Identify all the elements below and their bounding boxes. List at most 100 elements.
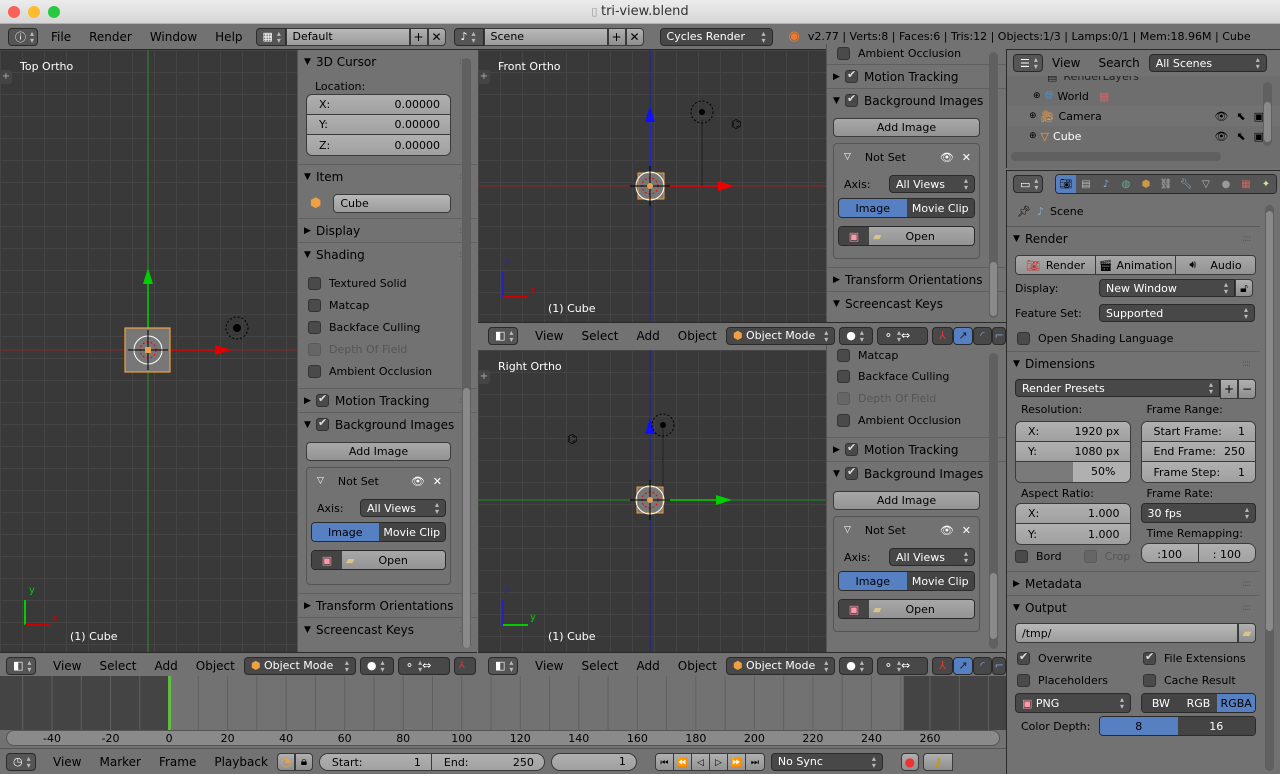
panel-header-background-images[interactable]: ▼Background Images	[827, 461, 1006, 485]
movie-clip-tab[interactable]: Movie Clip	[378, 523, 445, 541]
image-browse-icon[interactable]: ▣	[839, 227, 869, 245]
collapse-triangle-icon[interactable]: ▽	[844, 525, 851, 535]
add-layout-button[interactable]: +	[409, 27, 428, 46]
viewport-top-ortho[interactable]: Top Ortho + y x (1) Cube	[0, 50, 297, 652]
shelf-scrollbar[interactable]	[989, 353, 998, 649]
object-tab-icon[interactable]: ⬢	[1136, 175, 1156, 193]
translate-manipulator-button[interactable]: ↗	[953, 656, 973, 675]
cache-result-checkbox[interactable]: Cache Result	[1143, 669, 1246, 691]
remove-layout-button[interactable]: ✕	[427, 27, 446, 46]
play-reverse-button[interactable]: ◁	[691, 753, 710, 770]
backface-culling-checkbox[interactable]: Backface Culling	[298, 316, 477, 338]
panel-header-motion-tracking[interactable]: ▶Motion Tracking::::	[298, 388, 477, 412]
viewport-right-ortho[interactable]: Right Ortho + ⌬ z y (1) Cube	[478, 350, 826, 652]
background-images-checkbox[interactable]	[845, 92, 858, 107]
render-button[interactable]: 📷︎ Render	[1016, 256, 1096, 274]
add-image-button[interactable]: Add Image	[306, 442, 451, 461]
placeholders-checkbox[interactable]: Placeholders	[1017, 669, 1143, 691]
outliner-hscrollbar[interactable]	[1011, 152, 1221, 161]
editor-type-3dview-icon[interactable]: ◧ ▴ ▾	[488, 326, 518, 345]
collapse-triangle-icon[interactable]: ▽	[317, 476, 324, 486]
remap-old-field[interactable]: :100	[1141, 544, 1199, 562]
add-preset-button[interactable]: +	[1220, 379, 1238, 399]
mode-select[interactable]: ⬢ Object Mode ▴ ▾	[725, 326, 836, 345]
mode-select[interactable]: ⬢ Object Mode ▴ ▾	[243, 656, 356, 675]
constraints-tab-icon[interactable]: ⛓︎	[1156, 175, 1176, 193]
menu-object[interactable]: Object	[669, 659, 726, 673]
collapse-triangle-icon[interactable]: ▽	[844, 152, 851, 162]
menu-object[interactable]: Object	[187, 659, 244, 673]
menu-render[interactable]: Render	[80, 30, 141, 44]
add-scene-button[interactable]: +	[607, 27, 626, 46]
motion-tracking-checkbox[interactable]	[845, 441, 858, 456]
frame-rate-select[interactable]: 30 fps ▴ ▾	[1140, 503, 1256, 523]
menu-search[interactable]: Search	[1089, 56, 1148, 70]
scale-manipulator-button[interactable]: ⌐	[992, 326, 1007, 345]
remove-preset-button[interactable]: −	[1238, 379, 1256, 399]
panel-header-transform-orientations[interactable]: ▶ Transform Orientations	[298, 593, 477, 617]
display-select[interactable]: New Window ▴ ▾	[1099, 279, 1235, 297]
mode-select[interactable]: ⬢ Object Mode ▴ ▾	[725, 656, 836, 675]
image-tab[interactable]: Image	[839, 199, 907, 217]
properties-scrollbar[interactable]	[1265, 205, 1274, 771]
panel-header-item[interactable]: ▼Item::::	[298, 164, 477, 188]
outliner-display-select[interactable]: All Scenes ▴ ▾	[1148, 54, 1267, 72]
panel-header-screencast-keys[interactable]: ▼Screencast Keys::::	[298, 617, 477, 641]
textured-solid-checkbox[interactable]: Textured Solid	[298, 272, 477, 294]
panel-header-output[interactable]: ▼ Output::::	[1007, 595, 1260, 619]
remove-bg-image-icon[interactable]: ✕	[962, 524, 971, 537]
output-path-input[interactable]: /tmp/	[1015, 623, 1238, 643]
overwrite-checkbox[interactable]: Overwrite	[1017, 647, 1143, 669]
panel-header-3d-cursor[interactable]: ▼3D Cursor::::	[298, 50, 477, 74]
outliner-vscrollbar[interactable]	[1263, 82, 1272, 146]
panel-header-background-images[interactable]: ▼Background Images	[827, 88, 1006, 112]
menu-frame[interactable]: Frame	[150, 755, 205, 769]
add-image-button[interactable]: Add Image	[833, 491, 980, 510]
color-mode-bw[interactable]: BW	[1142, 694, 1180, 712]
menu-view[interactable]: View	[526, 329, 572, 343]
render-tab-icon[interactable]: 📷︎	[1056, 175, 1076, 193]
panel-header-metadata[interactable]: ▶ Metadata::::	[1007, 571, 1260, 595]
motion-tracking-checkbox[interactable]	[845, 68, 858, 83]
add-image-button[interactable]: Add Image	[833, 118, 980, 137]
scale-manipulator-button[interactable]: ⌐	[992, 656, 1007, 675]
color-depth-16[interactable]: 16	[1177, 717, 1255, 735]
image-tab[interactable]: Image	[312, 523, 379, 541]
menu-view[interactable]: View	[44, 659, 90, 673]
feature-set-select[interactable]: Supported ▴ ▾	[1099, 304, 1255, 322]
open-image-button[interactable]: ▰ Open	[342, 551, 445, 569]
render-engine-select[interactable]: Cycles Render ▴ ▾	[659, 27, 773, 46]
scene-icon[interactable]: ♪ ▴ ▾	[453, 27, 484, 46]
image-browse-icon[interactable]: ▣	[839, 600, 869, 618]
menu-select[interactable]: Select	[90, 659, 145, 673]
lock-interface-icon[interactable]: 🔓︎	[1235, 279, 1253, 297]
ambient-occlusion-checkbox[interactable]: Ambient Occlusion	[827, 409, 1006, 431]
osl-checkbox[interactable]: Open Shading Language	[1007, 325, 1260, 351]
editor-type-timeline-icon[interactable]: ◷ ▴ ▾	[6, 752, 36, 771]
motion-tracking-checkbox[interactable]	[316, 392, 329, 407]
panel-header-dimensions[interactable]: ▼ Dimensions::::	[1007, 351, 1260, 375]
aspect-x-field[interactable]: X: 1.000	[1016, 504, 1130, 524]
menu-select[interactable]: Select	[572, 329, 627, 343]
viewport-shading-select[interactable]: ● ▴ ▾	[359, 656, 394, 675]
menu-select[interactable]: Select	[572, 659, 627, 673]
aspect-y-field[interactable]: Y: 1.000	[1016, 524, 1130, 544]
menu-window[interactable]: Window	[141, 30, 206, 44]
shelf-scrollbar[interactable]	[462, 58, 471, 648]
menu-view[interactable]: View	[44, 755, 90, 769]
editor-type-3dview-icon[interactable]: ◧ ▴ ▾	[6, 656, 36, 675]
viewport-shading-select[interactable]: ● ▴ ▾	[839, 656, 873, 675]
panel-header-shading[interactable]: ▼Shading::::	[298, 242, 477, 266]
audio-button[interactable]: 🔊︎ Audio	[1176, 256, 1255, 274]
open-image-button[interactable]: ▰ Open	[869, 600, 974, 618]
sync-mode-select[interactable]: No Sync ▴ ▾	[770, 752, 883, 771]
viewport-shading-select[interactable]: ● ▴ ▾	[839, 326, 873, 345]
menu-playback[interactable]: Playback	[205, 755, 277, 769]
timeline-scrubber-bar[interactable]	[6, 730, 1000, 746]
editor-type-3dview-icon[interactable]: ◧ ▴ ▾	[488, 656, 518, 675]
timeline-track[interactable]	[0, 676, 1006, 730]
play-button[interactable]: ▷	[709, 753, 728, 770]
backface-culling-checkbox[interactable]: Backface Culling	[827, 365, 1006, 387]
lock-range-icon[interactable]: 🔒︎	[294, 752, 313, 771]
expand-icon[interactable]: ⊕	[1033, 91, 1041, 101]
